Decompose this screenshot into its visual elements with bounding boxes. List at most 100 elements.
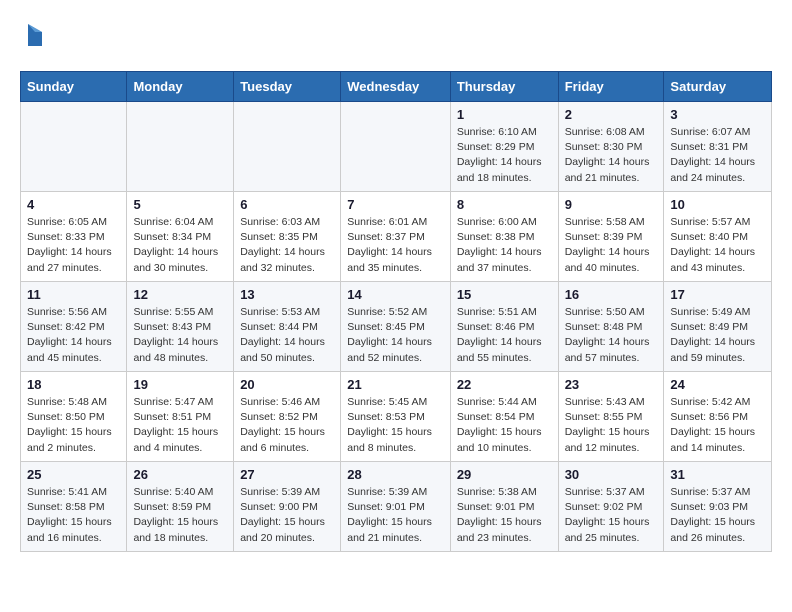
- calendar-cell: 13 Sunrise: 5:53 AM Sunset: 8:44 PM Dayli…: [234, 282, 341, 372]
- calendar-cell: [21, 102, 127, 192]
- calendar-cell: 16 Sunrise: 5:50 AM Sunset: 8:48 PM Dayli…: [558, 282, 664, 372]
- day-info: Sunrise: 6:03 AM Sunset: 8:35 PM Dayligh…: [240, 215, 334, 276]
- day-number: 21: [347, 377, 444, 392]
- calendar-week-row: 11 Sunrise: 5:56 AM Sunset: 8:42 PM Dayli…: [21, 282, 772, 372]
- weekday-header-tuesday: Tuesday: [234, 72, 341, 102]
- day-number: 22: [457, 377, 552, 392]
- weekday-header-wednesday: Wednesday: [341, 72, 451, 102]
- calendar-cell: 22 Sunrise: 5:44 AM Sunset: 8:54 PM Dayli…: [450, 372, 558, 462]
- day-info: Sunrise: 5:39 AM Sunset: 9:01 PM Dayligh…: [347, 485, 444, 546]
- calendar-cell: 5 Sunrise: 6:04 AM Sunset: 8:34 PM Daylig…: [127, 192, 234, 282]
- weekday-header-monday: Monday: [127, 72, 234, 102]
- calendar-cell: 8 Sunrise: 6:00 AM Sunset: 8:38 PM Daylig…: [450, 192, 558, 282]
- day-info: Sunrise: 5:45 AM Sunset: 8:53 PM Dayligh…: [347, 395, 444, 456]
- day-number: 10: [670, 197, 765, 212]
- calendar-cell: 2 Sunrise: 6:08 AM Sunset: 8:30 PM Daylig…: [558, 102, 664, 192]
- day-number: 24: [670, 377, 765, 392]
- day-info: Sunrise: 5:39 AM Sunset: 9:00 PM Dayligh…: [240, 485, 334, 546]
- day-number: 29: [457, 467, 552, 482]
- weekday-header-thursday: Thursday: [450, 72, 558, 102]
- calendar-cell: 28 Sunrise: 5:39 AM Sunset: 9:01 PM Dayli…: [341, 462, 451, 552]
- calendar-cell: [234, 102, 341, 192]
- day-number: 13: [240, 287, 334, 302]
- calendar-cell: 20 Sunrise: 5:46 AM Sunset: 8:52 PM Dayli…: [234, 372, 341, 462]
- day-number: 8: [457, 197, 552, 212]
- day-number: 14: [347, 287, 444, 302]
- day-info: Sunrise: 5:40 AM Sunset: 8:59 PM Dayligh…: [133, 485, 227, 546]
- day-info: Sunrise: 5:46 AM Sunset: 8:52 PM Dayligh…: [240, 395, 334, 456]
- day-number: 12: [133, 287, 227, 302]
- day-info: Sunrise: 5:51 AM Sunset: 8:46 PM Dayligh…: [457, 305, 552, 366]
- day-number: 4: [27, 197, 120, 212]
- day-number: 11: [27, 287, 120, 302]
- day-number: 25: [27, 467, 120, 482]
- day-info: Sunrise: 5:53 AM Sunset: 8:44 PM Dayligh…: [240, 305, 334, 366]
- day-info: Sunrise: 5:41 AM Sunset: 8:58 PM Dayligh…: [27, 485, 120, 546]
- day-number: 19: [133, 377, 227, 392]
- day-number: 17: [670, 287, 765, 302]
- calendar-cell: 19 Sunrise: 5:47 AM Sunset: 8:51 PM Dayli…: [127, 372, 234, 462]
- day-info: Sunrise: 5:56 AM Sunset: 8:42 PM Dayligh…: [27, 305, 120, 366]
- weekday-header-row: SundayMondayTuesdayWednesdayThursdayFrid…: [21, 72, 772, 102]
- calendar-cell: 15 Sunrise: 5:51 AM Sunset: 8:46 PM Dayli…: [450, 282, 558, 372]
- calendar-cell: 25 Sunrise: 5:41 AM Sunset: 8:58 PM Dayli…: [21, 462, 127, 552]
- calendar-cell: 4Sunrise: 6:05 AM Sunset: 8:33 PM Daylig…: [21, 192, 127, 282]
- page-header: [20, 20, 772, 55]
- calendar-cell: 31Sunrise: 5:37 AM Sunset: 9:03 PM Dayli…: [664, 462, 772, 552]
- day-info: Sunrise: 5:44 AM Sunset: 8:54 PM Dayligh…: [457, 395, 552, 456]
- calendar-cell: 6 Sunrise: 6:03 AM Sunset: 8:35 PM Daylig…: [234, 192, 341, 282]
- day-info: Sunrise: 6:04 AM Sunset: 8:34 PM Dayligh…: [133, 215, 227, 276]
- day-number: 5: [133, 197, 227, 212]
- calendar-table: SundayMondayTuesdayWednesdayThursdayFrid…: [20, 71, 772, 552]
- calendar-cell: 26Sunrise: 5:40 AM Sunset: 8:59 PM Dayli…: [127, 462, 234, 552]
- day-info: Sunrise: 6:07 AM Sunset: 8:31 PM Dayligh…: [670, 125, 765, 186]
- day-number: 1: [457, 107, 552, 122]
- day-info: Sunrise: 6:08 AM Sunset: 8:30 PM Dayligh…: [565, 125, 658, 186]
- day-number: 23: [565, 377, 658, 392]
- day-info: Sunrise: 5:37 AM Sunset: 9:02 PM Dayligh…: [565, 485, 658, 546]
- calendar-week-row: 25 Sunrise: 5:41 AM Sunset: 8:58 PM Dayli…: [21, 462, 772, 552]
- day-number: 27: [240, 467, 334, 482]
- calendar-cell: 12 Sunrise: 5:55 AM Sunset: 8:43 PM Dayli…: [127, 282, 234, 372]
- calendar-cell: 9 Sunrise: 5:58 AM Sunset: 8:39 PM Daylig…: [558, 192, 664, 282]
- calendar-week-row: 1Sunrise: 6:10 AM Sunset: 8:29 PM Daylig…: [21, 102, 772, 192]
- day-info: Sunrise: 5:38 AM Sunset: 9:01 PM Dayligh…: [457, 485, 552, 546]
- calendar-cell: [341, 102, 451, 192]
- weekday-header-friday: Friday: [558, 72, 664, 102]
- calendar-cell: 11 Sunrise: 5:56 AM Sunset: 8:42 PM Dayli…: [21, 282, 127, 372]
- day-number: 2: [565, 107, 658, 122]
- calendar-cell: 10 Sunrise: 5:57 AM Sunset: 8:40 PM Dayli…: [664, 192, 772, 282]
- day-number: 9: [565, 197, 658, 212]
- calendar-cell: 24 Sunrise: 5:42 AM Sunset: 8:56 PM Dayli…: [664, 372, 772, 462]
- day-info: Sunrise: 5:57 AM Sunset: 8:40 PM Dayligh…: [670, 215, 765, 276]
- day-number: 18: [27, 377, 120, 392]
- day-info: Sunrise: 5:43 AM Sunset: 8:55 PM Dayligh…: [565, 395, 658, 456]
- logo-icon: [24, 22, 46, 55]
- day-number: 20: [240, 377, 334, 392]
- day-info: Sunrise: 5:55 AM Sunset: 8:43 PM Dayligh…: [133, 305, 227, 366]
- day-info: Sunrise: 5:52 AM Sunset: 8:45 PM Dayligh…: [347, 305, 444, 366]
- logo: [20, 20, 46, 55]
- day-number: 16: [565, 287, 658, 302]
- day-info: Sunrise: 6:00 AM Sunset: 8:38 PM Dayligh…: [457, 215, 552, 276]
- day-info: Sunrise: 5:42 AM Sunset: 8:56 PM Dayligh…: [670, 395, 765, 456]
- calendar-cell: 23 Sunrise: 5:43 AM Sunset: 8:55 PM Dayli…: [558, 372, 664, 462]
- day-number: 6: [240, 197, 334, 212]
- calendar-cell: [127, 102, 234, 192]
- day-info: Sunrise: 5:47 AM Sunset: 8:51 PM Dayligh…: [133, 395, 227, 456]
- day-info: Sunrise: 5:37 AM Sunset: 9:03 PM Dayligh…: [670, 485, 765, 546]
- calendar-week-row: 18Sunrise: 5:48 AM Sunset: 8:50 PM Dayli…: [21, 372, 772, 462]
- calendar-cell: 29 Sunrise: 5:38 AM Sunset: 9:01 PM Dayli…: [450, 462, 558, 552]
- calendar-cell: 1Sunrise: 6:10 AM Sunset: 8:29 PM Daylig…: [450, 102, 558, 192]
- calendar-cell: 17Sunrise: 5:49 AM Sunset: 8:49 PM Dayli…: [664, 282, 772, 372]
- day-info: Sunrise: 6:01 AM Sunset: 8:37 PM Dayligh…: [347, 215, 444, 276]
- day-number: 7: [347, 197, 444, 212]
- day-number: 28: [347, 467, 444, 482]
- day-number: 15: [457, 287, 552, 302]
- day-info: Sunrise: 5:58 AM Sunset: 8:39 PM Dayligh…: [565, 215, 658, 276]
- weekday-header-sunday: Sunday: [21, 72, 127, 102]
- calendar-cell: 14 Sunrise: 5:52 AM Sunset: 8:45 PM Dayli…: [341, 282, 451, 372]
- day-info: Sunrise: 5:50 AM Sunset: 8:48 PM Dayligh…: [565, 305, 658, 366]
- calendar-cell: 21 Sunrise: 5:45 AM Sunset: 8:53 PM Dayli…: [341, 372, 451, 462]
- calendar-cell: 7 Sunrise: 6:01 AM Sunset: 8:37 PM Daylig…: [341, 192, 451, 282]
